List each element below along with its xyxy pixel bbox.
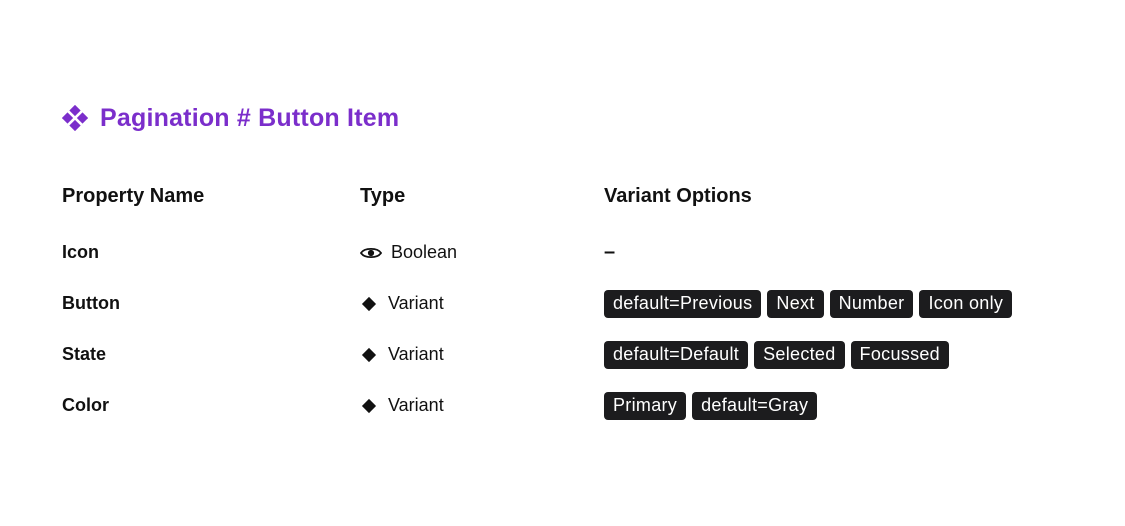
table-row: Icon Boolean – xyxy=(62,227,1072,278)
property-name: Button xyxy=(62,293,120,313)
page-title: Pagination # Button Item xyxy=(100,103,400,132)
variant-options: default=Previous Next Number Icon only xyxy=(604,289,1013,318)
diamond-icon xyxy=(361,296,377,311)
variant-option-chip: default=Gray xyxy=(692,391,818,420)
property-type: Variant xyxy=(388,395,444,415)
variant-option-chip: Icon only xyxy=(919,289,1013,318)
variant-option-chip: Number xyxy=(829,289,914,318)
variant-option-chip: default=Default xyxy=(604,340,749,369)
table-row: Button Variant default=Previous Next Num… xyxy=(62,278,1072,329)
table-row: Color Variant Primary default=Gray xyxy=(62,380,1072,431)
property-name: State xyxy=(62,344,107,364)
property-type: Variant xyxy=(388,344,444,364)
component-icon xyxy=(62,105,88,131)
column-header-type: Type xyxy=(360,184,406,207)
variant-option-chip: default=Previous xyxy=(604,289,762,318)
variant-options: default=Default Selected Focussed xyxy=(604,340,949,369)
column-header-variant-options: Variant Options xyxy=(604,184,752,207)
variant-option-chip: Next xyxy=(767,289,824,318)
property-name: Icon xyxy=(62,242,100,262)
empty-options: – xyxy=(604,241,616,263)
table-header: Property Name Type Variant Options xyxy=(62,176,1072,216)
property-name: Color xyxy=(62,395,109,415)
property-type: Variant xyxy=(388,293,444,313)
diamond-icon xyxy=(361,347,377,362)
variant-option-chip: Primary xyxy=(604,391,687,420)
column-header-property-name: Property Name xyxy=(62,184,205,207)
variant-options: Primary default=Gray xyxy=(604,391,818,420)
properties-table: Property Name Type Variant Options Icon … xyxy=(62,176,1072,431)
property-type: Boolean xyxy=(391,242,458,262)
variant-option-chip: Focussed xyxy=(850,340,949,369)
table-row: State Variant default=Default Selected F… xyxy=(62,329,1072,380)
page-title-row: Pagination # Button Item xyxy=(62,102,399,134)
diamond-icon xyxy=(361,398,377,413)
variant-option-chip: Selected xyxy=(754,340,845,369)
eye-icon xyxy=(360,247,382,258)
